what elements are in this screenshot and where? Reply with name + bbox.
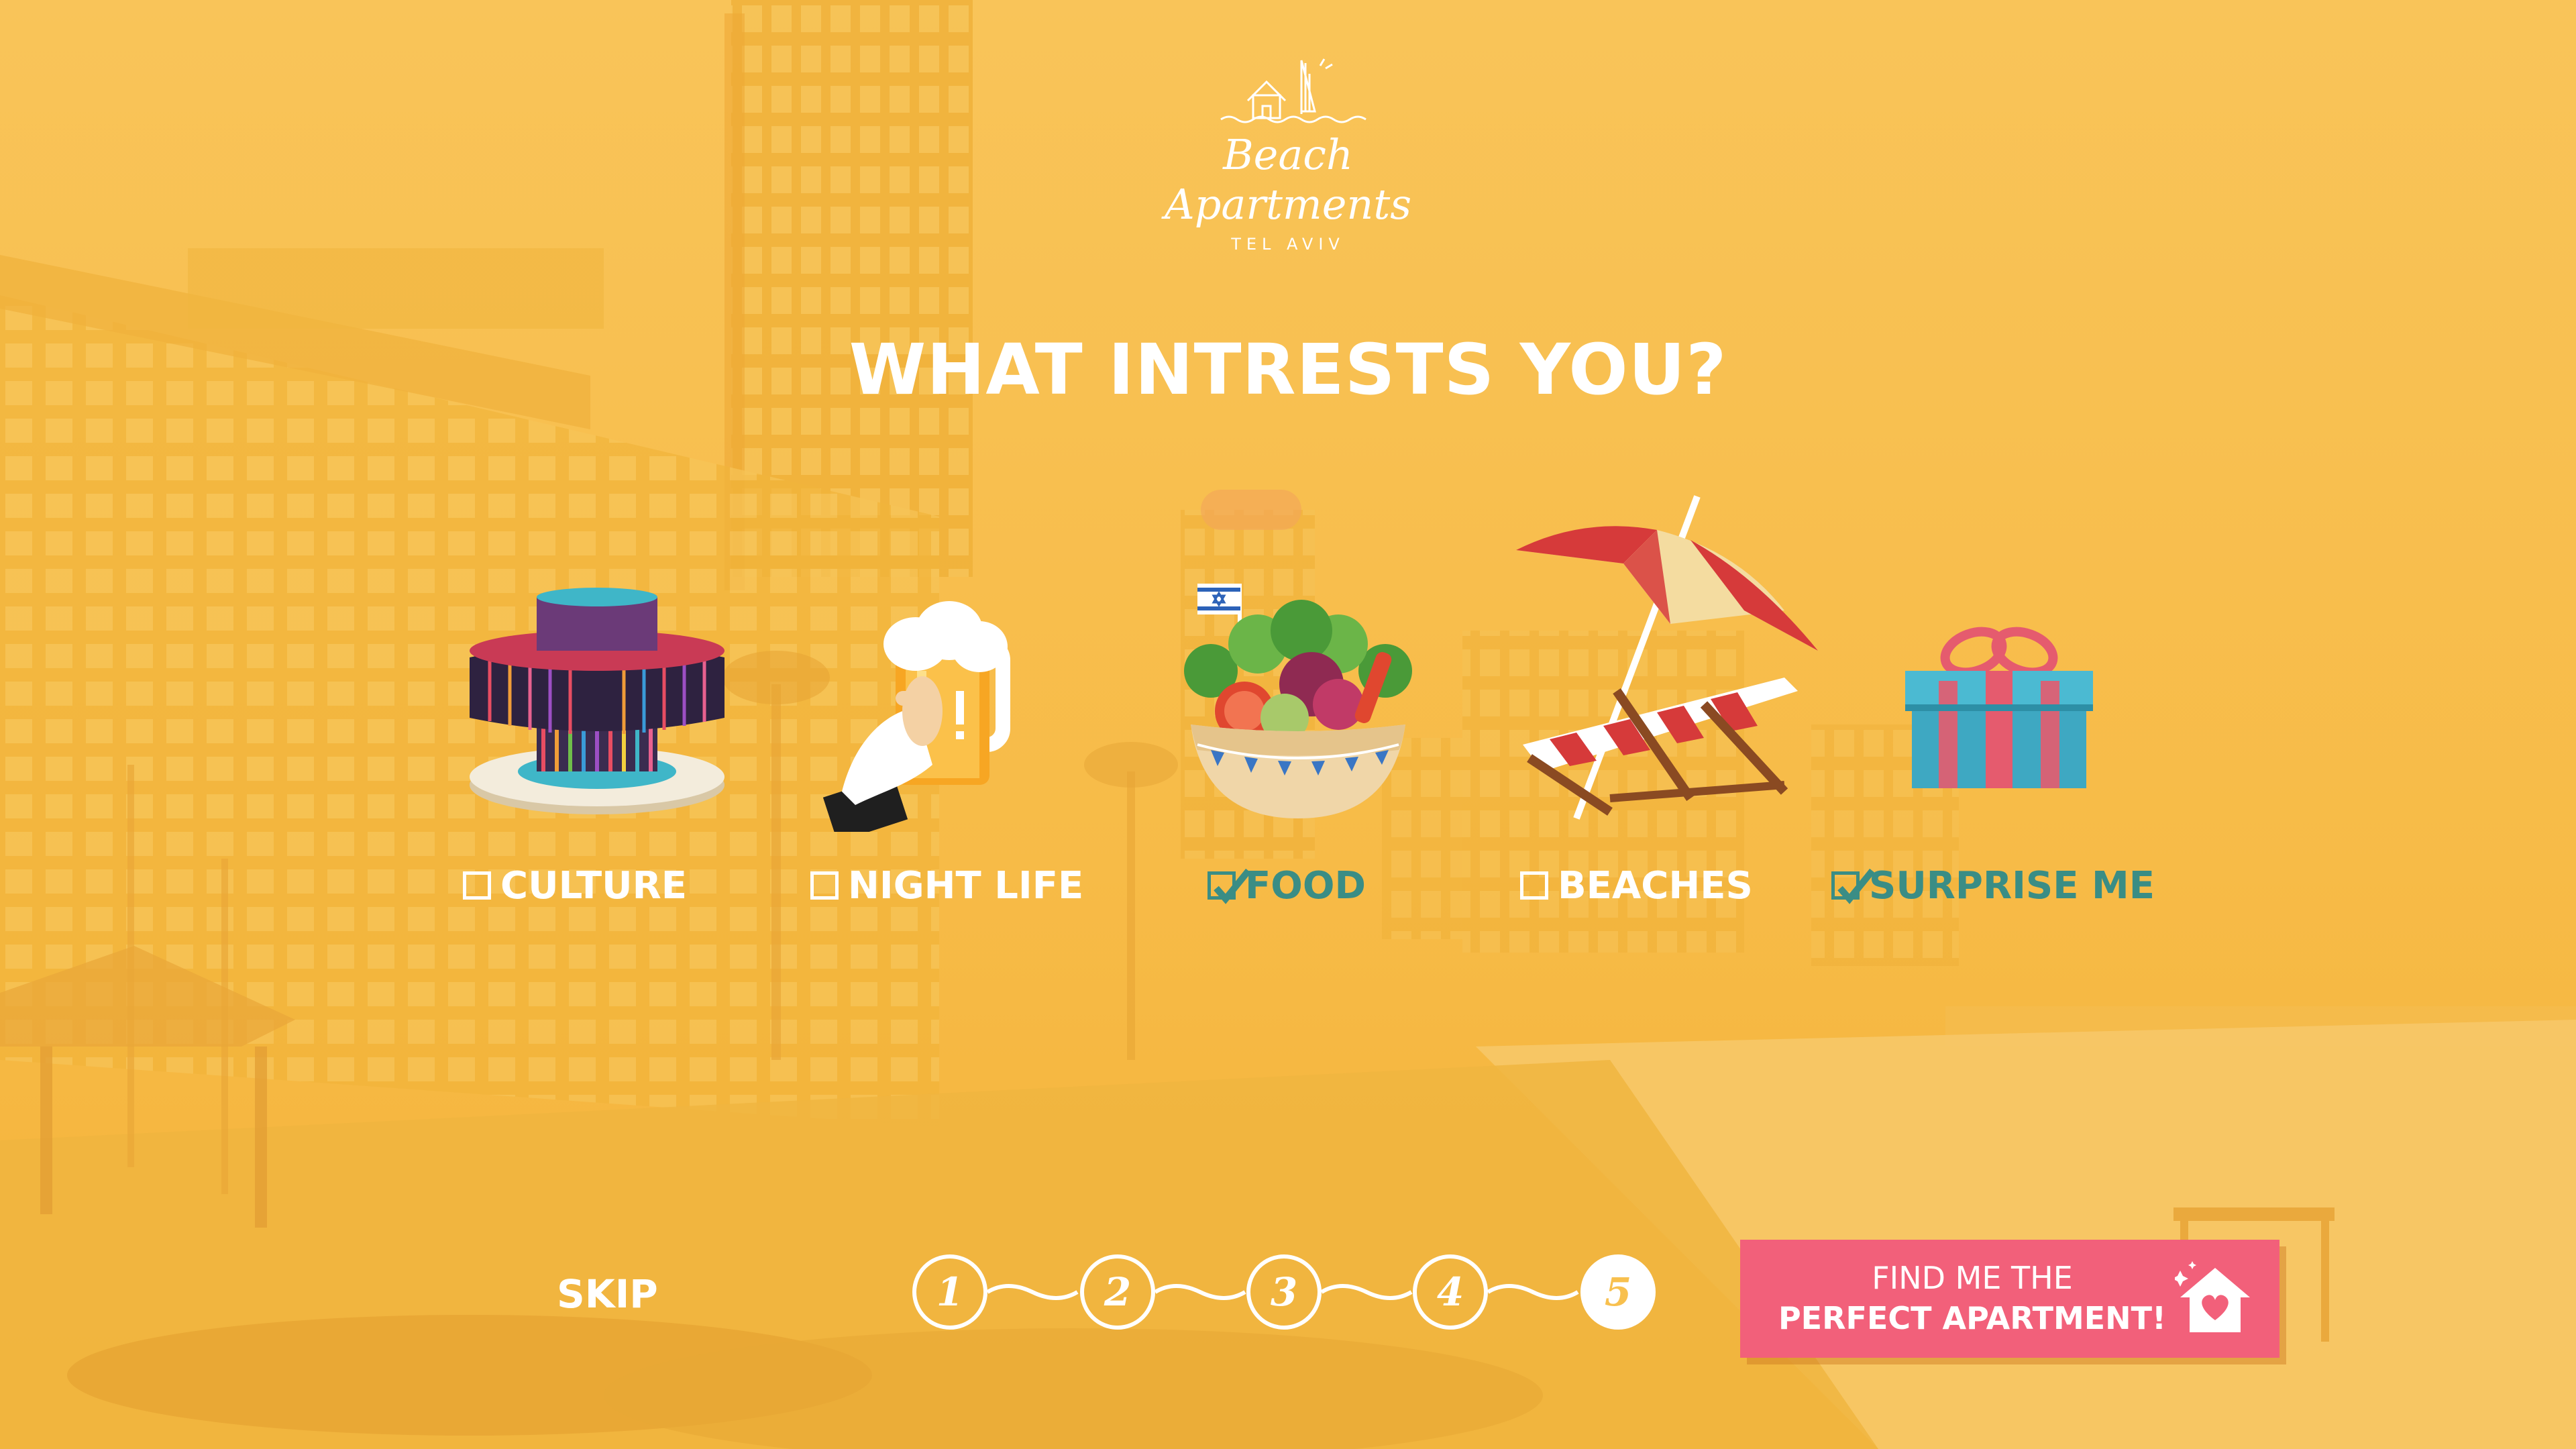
page-title: WHAT INTRESTS YOU?: [849, 329, 1727, 411]
option-label: CULTURE: [500, 863, 688, 908]
step-progress: 1 2 3 4 5: [912, 1254, 1664, 1335]
step-3[interactable]: 3: [1246, 1254, 1322, 1330]
find-apartment-button[interactable]: FIND ME THE PERFECT APARTMENT!: [1740, 1240, 2279, 1358]
step-5[interactable]: 5: [1580, 1254, 1656, 1330]
checkbox-night-life[interactable]: [810, 871, 839, 900]
cta-line2: PERFECT APARTMENT!: [1778, 1300, 2167, 1336]
skip-button[interactable]: SKIP: [557, 1271, 658, 1317]
option-beaches[interactable]: BEACHES: [1520, 859, 1753, 912]
checkbox-beaches[interactable]: [1520, 871, 1548, 900]
salad-bowl-icon[interactable]: [1171, 570, 1426, 825]
option-surprise-me[interactable]: SURPRISE ME: [1831, 859, 2155, 912]
brand-city: TEL AVIV: [1231, 235, 1345, 254]
gift-box-icon[interactable]: [1898, 617, 2100, 792]
option-label: NIGHT LIFE: [848, 863, 1084, 908]
checkmark-icon: [1214, 868, 1251, 904]
step-2[interactable]: 2: [1080, 1254, 1155, 1330]
option-label: BEACHES: [1558, 863, 1753, 908]
brand-name-line2: Apartments: [1164, 180, 1412, 229]
heart-house-icon: [2175, 1261, 2250, 1332]
checkbox-surprise-me[interactable]: [1831, 868, 1875, 904]
option-label: FOOD: [1245, 863, 1366, 908]
option-culture[interactable]: CULTURE: [463, 859, 687, 912]
checkbox-food[interactable]: [1208, 868, 1251, 904]
brand-logo: Beach Apartments TEL AVIV: [1154, 54, 1422, 268]
step-1[interactable]: 1: [912, 1254, 987, 1330]
checkbox-culture[interactable]: [463, 871, 491, 900]
house-sailboat-icon: [1220, 58, 1366, 123]
fountain-sculpture-icon[interactable]: [463, 584, 731, 825]
step-4[interactable]: 4: [1413, 1254, 1488, 1330]
cta-line1: FIND ME THE: [1872, 1260, 2073, 1296]
beer-mug-icon[interactable]: [815, 590, 1070, 832]
option-night-life[interactable]: NIGHT LIFE: [810, 859, 1083, 912]
option-label: SURPRISE ME: [1869, 863, 2155, 908]
brand-name-line1: Beach: [1223, 130, 1353, 179]
option-food[interactable]: FOOD: [1208, 859, 1366, 912]
checkmark-icon: [1837, 868, 1875, 904]
beach-umbrella-chair-icon[interactable]: [1503, 490, 1825, 825]
